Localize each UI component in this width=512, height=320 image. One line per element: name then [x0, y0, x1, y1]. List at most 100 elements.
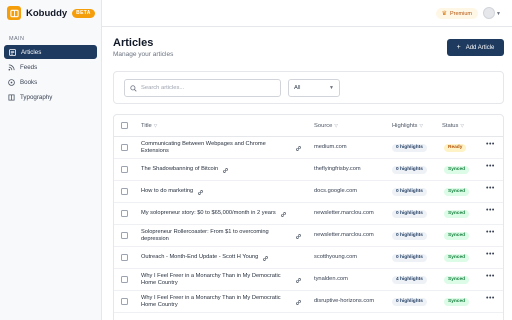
search-box[interactable]	[124, 79, 281, 97]
add-article-button[interactable]: + Add Article	[447, 39, 504, 56]
sidebar-item-feeds[interactable]: Feeds	[4, 60, 97, 74]
sort-icon: ▽	[419, 123, 423, 128]
sidebar-item-label: Articles	[21, 48, 42, 56]
chevron-down-icon[interactable]: ▼	[496, 11, 501, 17]
row-checkbox[interactable]	[121, 254, 128, 261]
sidebar-item-label: Typography	[20, 93, 53, 101]
status-filter-select[interactable]: All ▼	[288, 79, 340, 97]
premium-badge[interactable]: ♛ Premium	[435, 8, 478, 19]
top-bar: ♛ Premium ▼	[102, 0, 512, 27]
status-badge: Synced	[444, 232, 470, 240]
search-input[interactable]	[141, 85, 280, 91]
page-subtitle: Manage your articles	[113, 51, 174, 58]
status-badge: Synced	[444, 276, 470, 284]
article-title-link[interactable]: Solopreneur Rollercoaster: From $1 to ov…	[141, 225, 306, 247]
status-filter-value: All	[294, 85, 301, 91]
row-checkbox[interactable]	[121, 166, 128, 173]
more-actions-icon[interactable]: •••	[486, 295, 495, 302]
column-source-label: Source	[314, 123, 333, 129]
avatar[interactable]	[483, 7, 495, 19]
article-title: My solopreneur story: $0 to $65,000/mont…	[141, 210, 276, 217]
article-source: medium.com	[314, 144, 347, 151]
article-title-link[interactable]: Outreach - Month-End Update - Scott H Yo…	[141, 247, 306, 269]
status-badge: Synced	[444, 210, 470, 218]
article-source: scotthyoung.com	[314, 254, 357, 261]
search-icon	[130, 79, 137, 97]
more-actions-icon[interactable]: •••	[486, 273, 495, 280]
column-highlights[interactable]: Highlights ▽	[392, 123, 423, 129]
more-actions-icon[interactable]: •••	[486, 207, 495, 214]
filter-bar: All ▼	[113, 71, 504, 104]
article-source: theflyingfrisby.com	[314, 166, 361, 173]
table-row[interactable]: My solopreneur story: $0 to $65,000/mont…	[114, 203, 503, 225]
more-actions-icon[interactable]: •••	[486, 229, 495, 236]
link-icon	[296, 233, 301, 239]
column-source[interactable]: Source ▽	[314, 123, 338, 129]
status-badge: Synced	[444, 188, 470, 196]
sidebar-item-books[interactable]: Books	[4, 75, 97, 89]
articles-icon	[9, 48, 16, 56]
book-icon	[8, 78, 15, 86]
row-checkbox[interactable]	[121, 144, 128, 151]
link-icon	[263, 255, 269, 261]
row-checkbox[interactable]	[121, 276, 128, 283]
row-checkbox[interactable]	[121, 210, 128, 217]
sort-icon: ▽	[460, 123, 464, 128]
link-icon	[296, 299, 301, 305]
column-title-label: Title	[141, 123, 152, 129]
more-actions-icon[interactable]: •••	[486, 251, 495, 258]
row-checkbox[interactable]	[121, 188, 128, 195]
column-title[interactable]: Title ▽	[141, 123, 157, 129]
article-title-link[interactable]: Why I Feel Freer in a Monarchy Than in M…	[141, 269, 306, 291]
row-checkbox[interactable]	[121, 232, 128, 239]
highlights-badge: 0 highlights	[392, 166, 427, 174]
brand[interactable]: Kobuddy BETA	[7, 6, 95, 20]
article-title-link[interactable]: Why I Feel Freer in a Monarchy Than in M…	[141, 291, 306, 313]
article-source: docs.google.com	[314, 188, 357, 195]
article-title: Why I Feel Freer in a Monarchy Than in M…	[141, 294, 281, 308]
status-badge: Synced	[444, 166, 470, 174]
article-title-link[interactable]: Communicating Between Webpages and Chrom…	[141, 137, 306, 159]
more-actions-icon[interactable]: •••	[486, 185, 495, 192]
highlights-badge: 0 highlights	[392, 188, 427, 196]
article-title: Why I Feel Freer in a Monarchy Than in M…	[141, 272, 281, 286]
premium-label: Premium	[449, 10, 472, 17]
article-source: tynalden.com	[314, 276, 348, 283]
link-icon	[223, 167, 229, 173]
add-article-label: Add Article	[465, 44, 495, 51]
article-title-link[interactable]: My solopreneur story: $0 to $65,000/mont…	[141, 203, 306, 225]
article-source: newsletter.marclou.com	[314, 232, 374, 239]
status-badge: Ready	[444, 144, 467, 152]
table-row[interactable]: Communicating Between Webpages and Chrom…	[114, 137, 503, 159]
table-row[interactable]: Why I Feel Freer in a Monarchy Than in M…	[114, 291, 503, 313]
highlights-badge: 0 highlights	[392, 210, 427, 218]
rss-icon	[8, 63, 15, 71]
crown-icon: ♛	[441, 11, 447, 17]
more-actions-icon[interactable]: •••	[486, 141, 495, 148]
article-title: How to do marketing	[141, 188, 194, 195]
table-row[interactable]: How to do marketing docs.google.com 0 hi…	[114, 181, 503, 203]
sort-icon: ▽	[334, 123, 338, 128]
table-row[interactable]: Why I Feel Freer in a Monarchy Than in M…	[114, 269, 503, 291]
table-row[interactable]: The Shadowbanning of Bitcoin theflyingfr…	[114, 159, 503, 181]
article-title-link[interactable]: The Shadowbanning of Bitcoin	[141, 159, 306, 181]
table-row[interactable]: Outreach - Month-End Update - Scott H Yo…	[114, 247, 503, 269]
column-status[interactable]: Status ▽	[442, 123, 464, 129]
sidebar-item-typography[interactable]: Typography	[4, 90, 97, 104]
app-name: Kobuddy	[26, 7, 68, 19]
sidebar: Kobuddy BETA MAIN Articles Feeds Books T…	[0, 0, 102, 320]
select-all-checkbox[interactable]	[121, 122, 128, 129]
typography-icon	[8, 93, 15, 101]
article-title-link[interactable]: How to do marketing	[141, 181, 306, 203]
row-checkbox[interactable]	[121, 298, 128, 305]
plus-icon: +	[456, 44, 461, 51]
highlights-badge: 0 highlights	[392, 144, 427, 152]
page-title: Articles	[113, 37, 154, 49]
sort-icon: ▽	[153, 123, 158, 128]
sidebar-item-articles[interactable]: Articles	[4, 45, 97, 59]
more-actions-icon[interactable]: •••	[486, 163, 495, 170]
table-row[interactable]: Solopreneur Rollercoaster: From $1 to ov…	[114, 225, 503, 247]
highlights-badge: 0 highlights	[392, 254, 427, 262]
articles-table: Title ▽ Source ▽ Highlights ▽ Status ▽ Commu…	[113, 114, 504, 320]
sidebar-nav: Articles Feeds Books Typography	[4, 45, 97, 105]
